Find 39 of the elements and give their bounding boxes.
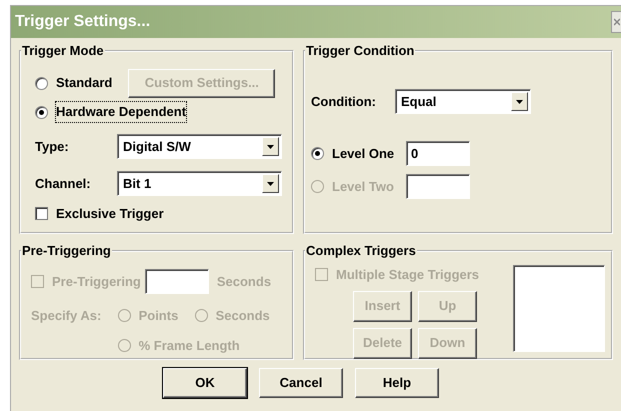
caret-icon (516, 100, 523, 104)
close-button[interactable] (611, 11, 621, 33)
radio-label: % Frame Length (138, 336, 240, 355)
radio-label: Standard (56, 74, 112, 92)
radio-label: Seconds (216, 307, 270, 325)
group-title: Complex Triggers (305, 244, 417, 257)
caret-icon (267, 182, 274, 186)
level-input[interactable] (406, 174, 470, 199)
field-label: Type: (35, 138, 70, 156)
radio-label: Points (138, 307, 178, 325)
radio-label: Level Two (332, 178, 395, 196)
radio-button[interactable] (311, 147, 324, 160)
window-title: Trigger Settings... (15, 12, 150, 32)
unit-label: Seconds (216, 272, 272, 291)
checkbox-label: Pre-Triggering (52, 272, 141, 291)
dropdown-field[interactable]: Equal (395, 89, 531, 114)
dropdown-field[interactable]: Bit 1 (117, 171, 282, 196)
radio-label: Hardware Dependent (56, 102, 186, 122)
radio-button[interactable] (35, 106, 48, 118)
dialog-button[interactable]: OK (163, 368, 247, 398)
group-title: Trigger Condition (305, 44, 416, 57)
seconds-input[interactable] (144, 269, 209, 294)
close-icon (614, 18, 620, 26)
dropdown-field[interactable]: Digital S/W (117, 134, 282, 159)
group-title: Trigger Mode (21, 44, 105, 57)
field-label: Specify As: (31, 307, 102, 325)
dialog-button[interactable]: Help (355, 368, 439, 398)
dialog-button[interactable]: Cancel (259, 368, 343, 398)
level-input[interactable]: 0 (406, 141, 470, 166)
caret-icon (267, 144, 274, 148)
radio-button[interactable] (35, 76, 48, 90)
checkbox-label: Exclusive Trigger (56, 205, 164, 223)
field-label: Condition: (311, 92, 377, 111)
group-title: Pre-Triggering (21, 244, 112, 257)
list-box[interactable] (513, 265, 605, 352)
checkbox[interactable] (35, 207, 48, 220)
field-label: Channel: (35, 174, 92, 193)
checkbox-label: Multiple Stage Triggers (336, 266, 480, 284)
radio-label: Level One (332, 144, 396, 163)
